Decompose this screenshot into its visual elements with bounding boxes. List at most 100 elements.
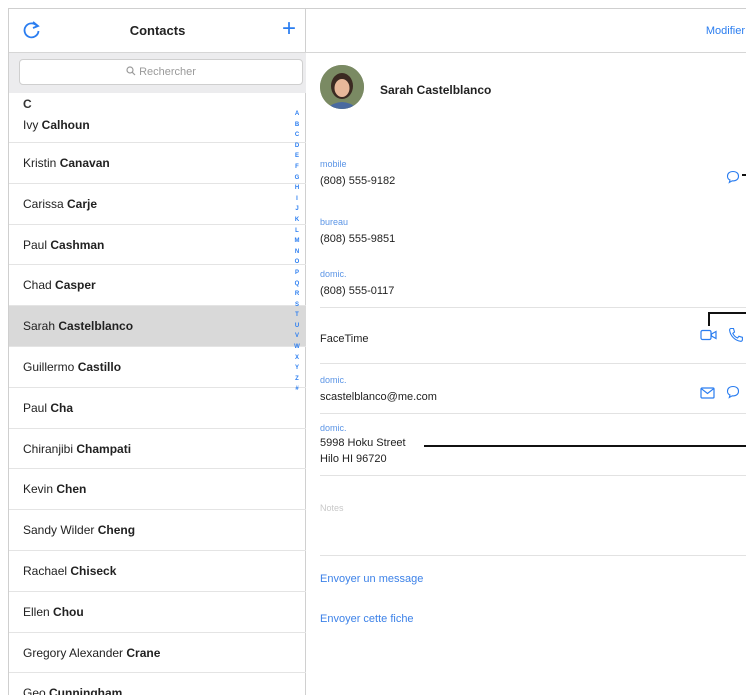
contact-last-name: Carje <box>67 196 98 211</box>
section-header-letter: C <box>23 97 32 111</box>
contact-last-name: Castelblanco <box>58 319 134 334</box>
message-icon[interactable] <box>726 385 740 399</box>
alphabet-index[interactable]: A B C D E F G H I J K L M N O P Q R S T U V W X Y Z # <box>292 109 302 395</box>
search-placeholder: Rechercher <box>139 66 196 78</box>
index-letter[interactable]: M <box>292 236 302 247</box>
facetime-audio-icon[interactable] <box>728 327 744 343</box>
search-input[interactable]: Rechercher <box>19 59 303 85</box>
callout-line-message <box>742 174 746 176</box>
index-letter[interactable]: O <box>292 257 302 268</box>
contact-row-cashman[interactable]: Paul Cashman <box>9 225 306 266</box>
contact-row-cunningham[interactable]: Geo Cunningham <box>9 673 306 695</box>
index-letter[interactable]: D <box>292 141 302 152</box>
index-letter[interactable]: B <box>292 120 302 131</box>
index-letter[interactable]: F <box>292 162 302 173</box>
message-icon[interactable] <box>726 170 740 184</box>
index-letter[interactable]: X <box>292 353 302 364</box>
facetime-video-icon[interactable] <box>700 328 718 342</box>
phone-label-bureau: bureau <box>320 217 349 227</box>
edit-button[interactable]: Modifier <box>706 25 745 37</box>
contact-row-chou[interactable]: Ellen Chou <box>9 592 306 633</box>
phone-value-mobile[interactable]: (808) 555-9182 <box>320 175 395 187</box>
send-message-link[interactable]: Envoyer un message <box>320 573 423 585</box>
contact-first-name: Paul <box>23 400 51 415</box>
contacts-list-header: Contacts + <box>9 9 306 53</box>
contact-row-carje[interactable]: Carissa Carje <box>9 184 306 225</box>
contact-first-name: Sandy Wilder <box>23 523 98 538</box>
contact-row-cheng[interactable]: Sandy Wilder Cheng <box>9 510 306 551</box>
index-letter[interactable]: Y <box>292 363 302 374</box>
index-letter[interactable]: Z <box>292 374 302 385</box>
contact-last-name: Canavan <box>59 156 110 170</box>
contact-first-name: Ellen <box>23 604 54 619</box>
index-letter[interactable]: V <box>292 331 302 342</box>
index-letter[interactable]: C <box>292 130 302 141</box>
contact-first-name: Kristin <box>23 156 60 170</box>
contact-row-chen[interactable]: Kevin Chen <box>9 469 306 511</box>
contact-row-champati[interactable]: Chiranjibi Champati <box>9 429 306 470</box>
index-letter[interactable]: L <box>292 226 302 237</box>
contact-first-name: Ivy <box>23 118 42 132</box>
mail-icon[interactable] <box>700 387 716 399</box>
notes-field[interactable]: Notes <box>320 503 344 513</box>
address-line1[interactable]: 5998 Hoku Street <box>320 437 406 449</box>
divider <box>320 363 746 364</box>
contact-row-casper[interactable]: Chad Casper <box>9 265 306 307</box>
contact-last-name: Chou <box>53 604 84 619</box>
contact-row-chiseck[interactable]: Rachael Chiseck <box>9 551 306 592</box>
callout-line-address <box>424 445 746 447</box>
phone-value-bureau[interactable]: (808) 555-9851 <box>320 233 395 245</box>
contact-first-name: Gregory Alexander <box>23 645 127 660</box>
index-letter[interactable]: W <box>292 342 302 353</box>
detail-header: Modifier <box>306 9 746 53</box>
divider <box>320 555 746 556</box>
contact-row-cha[interactable]: Paul Cha <box>9 388 306 429</box>
contact-row-calhoun[interactable]: Ivy Calhoun <box>9 113 306 143</box>
contacts-app-window: Contacts + Rechercher C Ivy Calhoun Kris… <box>8 8 746 695</box>
contact-last-name: Crane <box>126 645 161 660</box>
callout-line-facetime-vertical <box>708 312 710 326</box>
address-label: domic. <box>320 423 347 433</box>
index-letter[interactable]: G <box>292 173 302 184</box>
contact-first-name: Rachael <box>23 563 71 578</box>
index-letter[interactable]: J <box>292 204 302 215</box>
phone-label-domic: domic. <box>320 269 347 279</box>
contact-row-castillo[interactable]: Guillermo Castillo <box>9 347 306 388</box>
index-letter[interactable]: I <box>292 194 302 205</box>
index-letter[interactable]: A <box>292 109 302 120</box>
address-line2[interactable]: Hilo HI 96720 <box>320 453 387 465</box>
contact-first-name: Carissa <box>23 196 68 211</box>
portrait-icon <box>320 65 364 109</box>
share-contact-link[interactable]: Envoyer cette fiche <box>320 613 414 625</box>
contact-last-name: Cha <box>50 400 74 415</box>
contact-first-name: Chad <box>23 278 56 293</box>
index-letter[interactable]: R <box>292 289 302 300</box>
contact-last-name: Calhoun <box>41 118 90 132</box>
index-letter[interactable]: N <box>292 247 302 258</box>
contact-name: Sarah Castelblanco <box>380 83 492 97</box>
phone-value-domic[interactable]: (808) 555-0117 <box>320 285 394 297</box>
index-letter[interactable]: Q <box>292 279 302 290</box>
index-letter[interactable]: T <box>292 310 302 321</box>
index-letter[interactable]: H <box>292 183 302 194</box>
index-letter[interactable]: S <box>292 300 302 311</box>
index-letter[interactable]: E <box>292 151 302 162</box>
contacts-list-panel: Contacts + Rechercher C Ivy Calhoun Kris… <box>9 9 306 695</box>
divider <box>320 475 746 476</box>
contact-row-canavan[interactable]: Kristin Canavan <box>9 143 306 184</box>
index-letter[interactable]: U <box>292 321 302 332</box>
contact-row-crane[interactable]: Gregory Alexander Crane <box>9 633 306 674</box>
index-letter[interactable]: K <box>292 215 302 226</box>
contact-last-name: Cunningham <box>49 686 123 695</box>
contact-row-castelblanco[interactable]: Sarah Castelblanco <box>9 306 306 347</box>
email-value[interactable]: scastelblanco@me.com <box>320 391 437 403</box>
contact-last-name: Casper <box>55 278 96 293</box>
index-letter[interactable]: P <box>292 268 302 279</box>
add-contact-button[interactable]: + <box>282 15 296 43</box>
contact-last-name: Cheng <box>97 523 136 538</box>
callout-line-facetime <box>708 312 746 314</box>
divider <box>320 307 746 308</box>
index-letter[interactable]: # <box>292 384 302 395</box>
search-icon <box>126 66 136 76</box>
avatar <box>320 65 364 109</box>
